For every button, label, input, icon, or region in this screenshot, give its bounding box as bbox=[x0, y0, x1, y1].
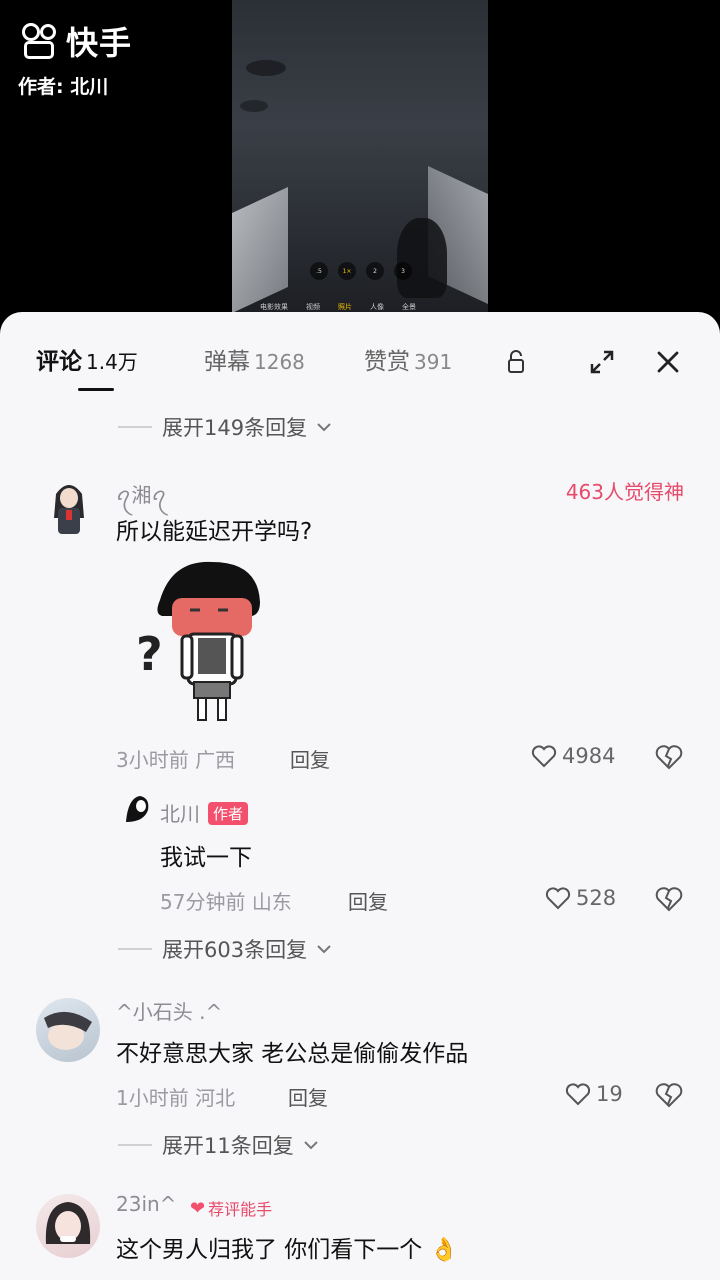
comment-meta: 1小时前 河北 bbox=[116, 1082, 235, 1111]
avatar[interactable] bbox=[36, 998, 100, 1062]
zoom-option: 1× bbox=[338, 262, 356, 280]
reply-username-row[interactable]: 北川 作者 bbox=[160, 798, 249, 827]
like-button[interactable]: 528 bbox=[544, 884, 616, 912]
reply-button[interactable]: 回复 bbox=[290, 744, 330, 773]
svg-text:?: ? bbox=[136, 627, 163, 681]
reply-text: 我试一下 bbox=[160, 845, 252, 871]
lock-icon[interactable] bbox=[500, 346, 532, 378]
expand-label: 展开603条回复 bbox=[162, 938, 308, 962]
zoom-option: 3 bbox=[394, 262, 412, 280]
kuaishou-logo-icon bbox=[20, 21, 60, 61]
comment-username[interactable]: ^小石头 .^ bbox=[116, 996, 222, 1025]
comment-location: 广西 bbox=[195, 748, 236, 772]
like-button[interactable]: 4984 bbox=[530, 742, 615, 770]
heart-icon bbox=[565, 1083, 591, 1106]
reply-username: 北川 bbox=[160, 802, 200, 826]
tab-label: 弹幕 bbox=[204, 349, 250, 375]
recommend-badge: ❤ 荐评能手 bbox=[190, 1196, 272, 1220]
tab-danmaku[interactable]: 弹幕 1268 bbox=[204, 342, 305, 376]
tab-count: 391 bbox=[414, 350, 453, 374]
reply-button[interactable]: 回复 bbox=[348, 886, 388, 915]
comment-location: 河北 bbox=[195, 1086, 236, 1110]
avatar[interactable] bbox=[44, 474, 94, 540]
like-count: 528 bbox=[576, 886, 617, 910]
comment-text: 所以能延迟开学吗? bbox=[116, 519, 313, 545]
reply-meta: 57分钟前 山东 bbox=[160, 886, 292, 915]
camera-mode: 照片 bbox=[338, 303, 352, 311]
expand-label: 展开11条回复 bbox=[162, 1134, 294, 1158]
reply-button[interactable]: 回复 bbox=[288, 1082, 328, 1111]
avatar[interactable] bbox=[120, 792, 154, 826]
camera-mode: 全景 bbox=[402, 303, 416, 311]
zoom-option: 2 bbox=[366, 262, 384, 280]
dislike-icon[interactable] bbox=[654, 884, 684, 914]
comment-time: 3小时前 bbox=[116, 748, 189, 772]
heart-icon: ❤ bbox=[190, 1197, 206, 1219]
expand-replies-button[interactable]: 展开603条回复 bbox=[118, 934, 333, 964]
comment-time: 1小时前 bbox=[116, 1086, 189, 1110]
reply-time: 57分钟前 bbox=[160, 890, 246, 914]
chevron-down-icon bbox=[317, 423, 331, 432]
chevron-down-icon bbox=[317, 945, 331, 954]
tab-comments[interactable]: 评论 1.4万 bbox=[36, 342, 138, 376]
sticker-image: ? bbox=[132, 558, 282, 728]
fullscreen-icon[interactable] bbox=[586, 346, 618, 378]
recommend-badge-label: 荐评能手 bbox=[208, 1200, 273, 1219]
camera-zoom-options: .5 1× 2 3 bbox=[310, 262, 412, 280]
hot-comment-label: 463人觉得神 bbox=[565, 480, 684, 504]
dislike-icon[interactable] bbox=[654, 1080, 684, 1110]
camera-mode: 视频 bbox=[306, 303, 320, 311]
like-button[interactable]: 19 bbox=[564, 1080, 623, 1108]
author-watermark: 作者: 北川 bbox=[18, 76, 109, 98]
kuaishou-logo: 快手 bbox=[20, 18, 132, 64]
brand-name: 快手 bbox=[66, 24, 133, 62]
dislike-icon[interactable] bbox=[654, 742, 684, 772]
like-count: 4984 bbox=[562, 744, 616, 768]
avatar[interactable] bbox=[36, 1194, 100, 1258]
reply-location: 山东 bbox=[251, 890, 292, 914]
heart-icon bbox=[531, 745, 557, 768]
tab-tips[interactable]: 赞赏 391 bbox=[364, 342, 452, 376]
camera-mode: 人像 bbox=[370, 303, 384, 311]
tab-count: 1268 bbox=[254, 350, 305, 374]
comment-text: 这个男人归我了 你们看下一个 👌 bbox=[116, 1237, 459, 1263]
tab-label: 赞赏 bbox=[364, 349, 410, 375]
camera-mode: 电影效果 bbox=[260, 303, 288, 311]
tab-active-indicator bbox=[78, 388, 114, 391]
camera-modes: 电影效果 视频 照片 人像 全景 bbox=[260, 302, 416, 312]
comment-panel: 评论 1.4万 弹幕 1268 赞赏 391 展开149条回复 ꪖ湘ꪖ 463人觉得神… bbox=[0, 312, 720, 1280]
video-player[interactable]: .5 1× 2 3 电影效果 视频 照片 人像 全景 bbox=[232, 0, 488, 312]
expand-replies-button[interactable]: 展开11条回复 bbox=[118, 1130, 320, 1160]
like-count: 19 bbox=[596, 1082, 623, 1106]
tab-label: 评论 bbox=[36, 349, 82, 375]
chevron-down-icon bbox=[304, 1141, 318, 1150]
expand-replies-button[interactable]: 展开149条回复 bbox=[118, 412, 333, 442]
comment-meta: 3小时前 广西 bbox=[116, 744, 235, 773]
tab-count: 1.4万 bbox=[86, 350, 138, 374]
expand-label: 展开149条回复 bbox=[162, 416, 308, 440]
heart-icon bbox=[545, 887, 571, 910]
comment-username[interactable]: 23in^ bbox=[116, 1192, 176, 1216]
comment-text: 不好意思大家 老公总是偷偷发作品 bbox=[116, 1041, 469, 1067]
author-badge: 作者 bbox=[208, 802, 249, 825]
zoom-option: .5 bbox=[310, 262, 328, 280]
close-icon[interactable] bbox=[652, 346, 684, 378]
